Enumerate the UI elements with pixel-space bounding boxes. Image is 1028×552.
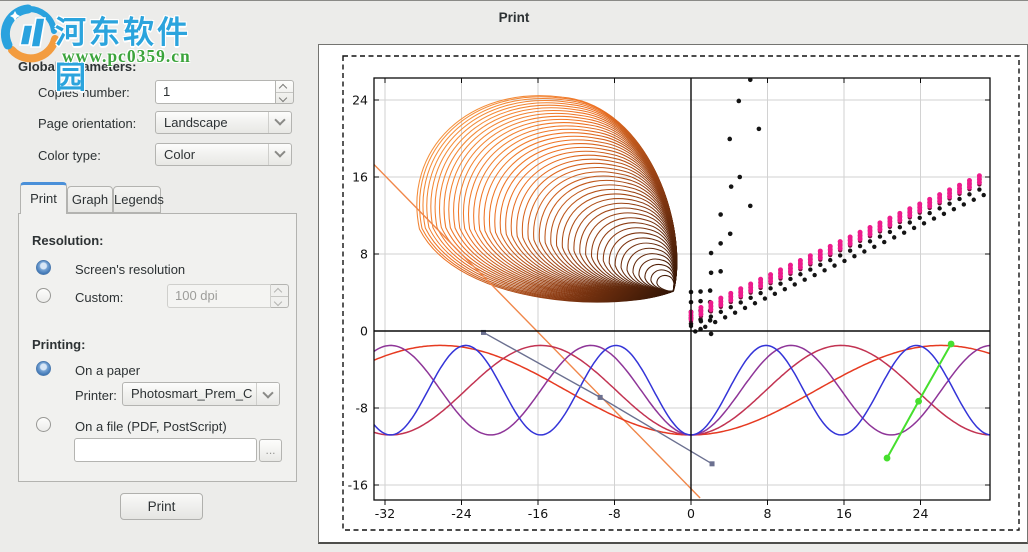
spin-down-icon[interactable] [276,92,293,103]
custom-resolution-label: Custom: [75,290,123,305]
svg-text:-16: -16 [348,478,368,493]
resolution-heading: Resolution: [32,233,104,248]
svg-text:16: 16 [352,170,368,185]
tab-legends[interactable]: Legends [113,186,161,213]
copies-spinner[interactable] [276,80,294,104]
svg-text:0: 0 [360,324,368,339]
print-button[interactable]: Print [120,493,203,520]
on-paper-radio[interactable] [36,361,51,376]
on-paper-label: On a paper [75,363,140,378]
global-parameters-heading: Global parameters: [18,59,137,74]
svg-text:0: 0 [687,506,695,521]
custom-dpi-input[interactable]: 100 dpi [167,284,271,308]
tab-print[interactable]: Print [20,182,67,214]
printing-heading: Printing: [32,337,85,352]
dpi-spinner[interactable] [271,284,289,308]
print-preview-panel: -32 -24 -16 -8 0 8 16 24 24 16 8 0 -8 -16 [318,44,1028,544]
spin-up-icon[interactable] [271,285,288,296]
svg-text:-8: -8 [608,506,621,521]
tab-graph[interactable]: Graph [67,186,113,213]
copies-number-input[interactable]: 1 [155,80,276,104]
chevron-down-icon [274,114,285,125]
custom-resolution-radio[interactable] [36,288,51,303]
svg-text:-32: -32 [375,506,395,521]
color-type-label: Color type: [38,148,101,163]
spin-down-icon[interactable] [271,296,288,307]
file-path-input[interactable] [74,438,257,462]
color-type-value: Color [164,147,195,162]
screen-resolution-label: Screen's resolution [75,262,185,277]
chevron-down-icon [262,387,273,398]
chevron-down-icon [274,146,285,157]
printer-value: Photosmart_Prem_C [131,386,252,401]
color-type-select[interactable]: Color [155,143,292,166]
svg-text:24: 24 [913,506,929,521]
svg-text:16: 16 [836,506,852,521]
svg-text:-16: -16 [528,506,548,521]
page-orientation-select[interactable]: Landscape [155,111,292,134]
screen-resolution-radio[interactable] [36,260,51,275]
browse-file-button[interactable]: ... [259,439,282,462]
svg-text:8: 8 [360,247,368,262]
printer-label: Printer: [75,388,117,403]
svg-text:-24: -24 [451,506,471,521]
copies-number-label: Copies number: [38,85,130,100]
on-file-radio[interactable] [36,417,51,432]
on-file-label: On a file (PDF, PostScript) [75,419,227,434]
printer-select[interactable]: Photosmart_Prem_C [122,382,280,406]
svg-text:-8: -8 [356,401,369,416]
spin-up-icon[interactable] [276,81,293,92]
print-preview-plot: -32 -24 -16 -8 0 8 16 24 24 16 8 0 -8 -16 [319,45,1027,543]
svg-text:8: 8 [764,506,772,521]
settings-panel: Global parameters: Copies number: 1 Page… [0,1,318,552]
page-orientation-label: Page orientation: [38,116,136,131]
svg-text:24: 24 [352,93,368,108]
page-orientation-value: Landscape [164,115,228,130]
